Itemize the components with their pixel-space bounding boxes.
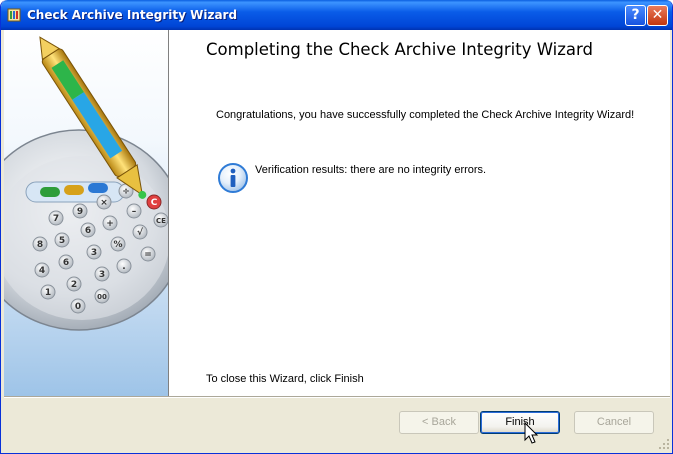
svg-text:5: 5 — [59, 236, 65, 246]
svg-text:0: 0 — [75, 302, 81, 312]
svg-text:00: 00 — [97, 293, 107, 301]
svg-text:9: 9 — [77, 207, 83, 217]
svg-text:3: 3 — [91, 248, 97, 258]
svg-text:÷: ÷ — [122, 187, 130, 197]
resize-grip-icon[interactable] — [656, 436, 670, 450]
svg-text:6: 6 — [63, 258, 69, 268]
close-button[interactable]: ✕ — [647, 5, 668, 26]
verification-result-text: Verification results: there are no integ… — [255, 164, 487, 176]
close-instruction-text: To close this Wizard, click Finish — [206, 373, 364, 385]
svg-text:–: – — [132, 207, 137, 217]
svg-text:×: × — [100, 198, 108, 208]
svg-text:1: 1 — [45, 288, 51, 298]
side-panel: ÷ × 7 9 – C CE 8 5 6 + √ 4 6 3 % = 1 2 3… — [4, 30, 168, 396]
svg-text:CE: CE — [156, 217, 166, 225]
back-button[interactable]: < Back — [399, 411, 479, 434]
svg-text:=: = — [144, 250, 152, 260]
svg-text:2: 2 — [71, 280, 77, 290]
wizard-window: Check Archive Integrity Wizard ? ✕ ÷ × 7… — [0, 0, 673, 454]
congratulations-text: Congratulations, you have successfully c… — [216, 109, 635, 121]
wizard-content: ÷ × 7 9 – C CE 8 5 6 + √ 4 6 3 % = 1 2 3… — [4, 30, 670, 396]
side-divider — [168, 30, 169, 396]
page-title: Completing the Check Archive Integrity W… — [206, 40, 593, 59]
footer-divider — [4, 396, 670, 398]
svg-text:6: 6 — [85, 226, 91, 236]
calculator-pen-illustration: ÷ × 7 9 – C CE 8 5 6 + √ 4 6 3 % = 1 2 3… — [4, 36, 168, 331]
svg-text:%: % — [113, 240, 122, 250]
help-button[interactable]: ? — [625, 5, 646, 26]
window-title: Check Archive Integrity Wizard — [27, 8, 238, 22]
svg-text:√: √ — [137, 227, 144, 238]
finish-button[interactable]: Finish — [480, 411, 560, 434]
svg-text:7: 7 — [53, 214, 59, 224]
svg-text:8: 8 — [37, 240, 43, 250]
svg-text:4: 4 — [39, 266, 45, 276]
wizard-app-icon — [7, 8, 21, 22]
svg-text:C: C — [151, 198, 158, 208]
mouse-pointer-icon — [524, 422, 539, 444]
svg-text:+: + — [106, 219, 114, 229]
info-icon — [218, 163, 248, 193]
svg-text:.: . — [122, 262, 125, 272]
cancel-button[interactable]: Cancel — [574, 411, 654, 434]
title-bar[interactable]: Check Archive Integrity Wizard ? ✕ — [1, 0, 672, 30]
svg-text:3: 3 — [99, 270, 105, 280]
